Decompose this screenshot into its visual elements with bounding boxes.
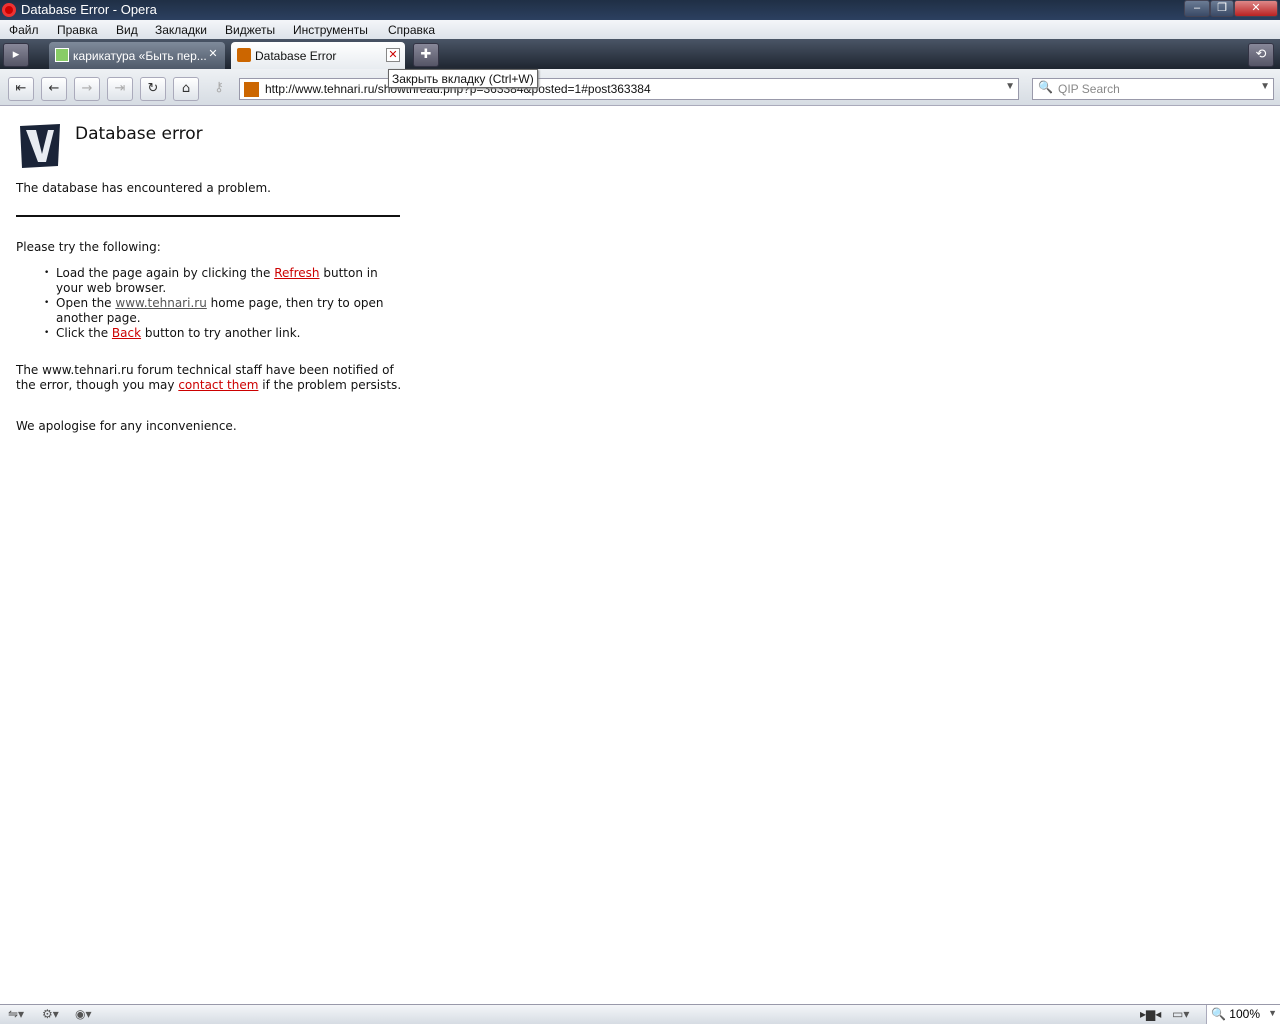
rewind-icon[interactable]: ⇤ bbox=[8, 77, 34, 101]
fast-forward-icon[interactable]: ⇥ bbox=[107, 77, 133, 101]
zoom-icon: 🔍 bbox=[1211, 1007, 1226, 1021]
divider bbox=[16, 215, 400, 217]
intro-text: The database has encountered a problem. bbox=[16, 181, 271, 195]
contact-link[interactable]: contact them bbox=[178, 378, 258, 392]
back-link[interactable]: Back bbox=[112, 326, 141, 340]
forward-icon[interactable]: → bbox=[74, 77, 100, 101]
list-item: Load the page again by clicking the Refr… bbox=[44, 266, 406, 296]
panel-icon[interactable]: ▸▆◂ bbox=[1140, 1007, 1161, 1021]
home-page-link[interactable]: www.tehnari.ru bbox=[115, 296, 206, 310]
turbo-icon[interactable]: ◉▾ bbox=[75, 1007, 92, 1021]
page-content: Database error The database has encounte… bbox=[0, 107, 1280, 1004]
menu-help[interactable]: Справка bbox=[388, 23, 435, 37]
site-favicon-icon bbox=[244, 82, 259, 97]
status-bar: ⇋▾ ⚙▾ ◉▾ ▸▆◂ ▭▾ 🔍 100% ▼ bbox=[0, 1004, 1280, 1024]
search-icon: 🔍 bbox=[1038, 80, 1053, 94]
close-window-button[interactable]: ✕ bbox=[1234, 0, 1278, 17]
vbulletin-logo bbox=[20, 124, 60, 168]
list-item: Open the www.tehnari.ru home page, then … bbox=[44, 296, 406, 326]
site-favicon-icon bbox=[237, 48, 251, 62]
apology-text: We apologise for any inconvenience. bbox=[16, 419, 237, 433]
page-title: Database error bbox=[75, 124, 203, 144]
wand-icon[interactable]: ⚷ bbox=[206, 77, 232, 101]
tooltip: Закрыть вкладку (Ctrl+W) bbox=[388, 69, 538, 88]
navigation-toolbar: ⇤ ← → ⇥ ↻ ⌂ ⚷ http://www.tehnari.ru/show… bbox=[0, 69, 1280, 106]
menu-edit[interactable]: Правка bbox=[57, 23, 98, 37]
suggestion-list: Load the page again by clicking the Refr… bbox=[44, 266, 406, 341]
search-field[interactable]: 🔍 QIP Search ▼ bbox=[1032, 78, 1274, 100]
opera-logo-icon bbox=[2, 3, 16, 17]
minimize-button[interactable]: – bbox=[1184, 0, 1210, 17]
new-tab-button[interactable]: ✚ bbox=[413, 43, 439, 67]
back-icon[interactable]: ← bbox=[41, 77, 67, 101]
search-placeholder: QIP Search bbox=[1058, 82, 1120, 96]
search-dropdown-icon[interactable]: ▼ bbox=[1260, 81, 1270, 92]
notice-text: The www.tehnari.ru forum technical staff… bbox=[16, 363, 402, 392]
window-title: Database Error - Opera bbox=[21, 2, 157, 17]
zoom-dropdown-icon[interactable]: ▼ bbox=[1268, 1008, 1277, 1018]
page-favicon-icon bbox=[55, 48, 69, 62]
tab-cartoon[interactable]: карикатура «Быть пер... ✕ bbox=[49, 42, 225, 69]
refresh-link[interactable]: Refresh bbox=[274, 266, 319, 280]
menu-widgets[interactable]: Виджеты bbox=[225, 23, 275, 37]
panel-toggle-icon[interactable]: ▸ bbox=[3, 43, 29, 67]
sync-icon[interactable]: ⇋▾ bbox=[8, 1007, 24, 1021]
images-icon[interactable]: ▭▾ bbox=[1172, 1007, 1189, 1021]
try-heading: Please try the following: bbox=[16, 240, 161, 254]
zoom-level: 100% bbox=[1229, 1007, 1260, 1021]
home-icon[interactable]: ⌂ bbox=[173, 77, 199, 101]
address-field[interactable]: http://www.tehnari.ru/showthread.php?p=3… bbox=[239, 78, 1019, 100]
menu-tools[interactable]: Инструменты bbox=[293, 23, 368, 37]
tab-database-error[interactable]: Database Error ✕ bbox=[231, 42, 405, 69]
zoom-control[interactable]: 🔍 100% ▼ bbox=[1206, 1005, 1280, 1024]
menu-file[interactable]: Файл bbox=[9, 23, 39, 37]
tab-bar: ▸ карикатура «Быть пер... ✕ Database Err… bbox=[0, 39, 1280, 69]
menu-bar: Файл Правка Вид Закладки Виджеты Инструм… bbox=[0, 20, 1280, 39]
tab-label: карикатура «Быть пер... bbox=[73, 49, 207, 63]
reload-icon[interactable]: ↻ bbox=[140, 77, 166, 101]
tab-label: Database Error bbox=[255, 49, 337, 63]
menu-bookmarks[interactable]: Закладки bbox=[155, 23, 207, 37]
maximize-button[interactable]: ❐ bbox=[1210, 0, 1234, 17]
menu-view[interactable]: Вид bbox=[116, 23, 138, 37]
closed-tabs-icon[interactable]: ⟲ bbox=[1248, 43, 1274, 67]
unite-icon[interactable]: ⚙▾ bbox=[42, 1007, 59, 1021]
close-tab-icon[interactable]: ✕ bbox=[386, 48, 400, 62]
close-tab-icon[interactable]: ✕ bbox=[206, 48, 220, 62]
address-dropdown-icon[interactable]: ▼ bbox=[1005, 81, 1015, 92]
title-bar: Database Error - Opera – ❐ ✕ bbox=[0, 0, 1280, 20]
list-item: Click the Back button to try another lin… bbox=[44, 326, 406, 341]
